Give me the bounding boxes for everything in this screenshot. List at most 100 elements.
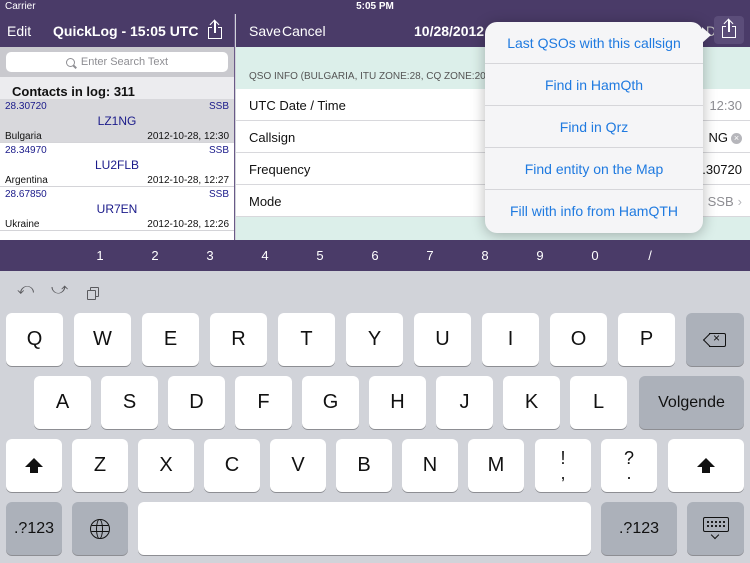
log-nav-bar: Edit QuickLog - 15:05 UTC bbox=[0, 14, 234, 47]
cancel-button[interactable]: Cancel bbox=[282, 23, 326, 39]
log-list-pane: Edit QuickLog - 15:05 UTC Enter Search T… bbox=[0, 14, 235, 240]
mode-value: SSB › bbox=[708, 194, 742, 209]
shift-key-left[interactable] bbox=[6, 439, 62, 492]
contact-callsign: LZ1NG bbox=[97, 114, 137, 128]
clear-icon[interactable]: × bbox=[731, 133, 742, 145]
num-key-5[interactable]: 5 bbox=[305, 248, 335, 263]
space-key[interactable] bbox=[138, 502, 591, 555]
contact-country: Ukraine bbox=[5, 219, 40, 230]
key-w[interactable]: W bbox=[74, 313, 131, 366]
key-j[interactable]: J bbox=[436, 376, 493, 429]
contact-frequency: 28.67850 bbox=[5, 189, 47, 200]
chevron-right-icon: › bbox=[737, 194, 742, 209]
key-c[interactable]: C bbox=[204, 439, 260, 492]
num-key-2[interactable]: 2 bbox=[140, 248, 170, 263]
key-o[interactable]: O bbox=[550, 313, 607, 366]
menu-item-find-on-map[interactable]: Find entity on the Map bbox=[485, 148, 703, 190]
menu-item-last-qsos[interactable]: Last QSOs with this callsign bbox=[485, 22, 703, 64]
key-x[interactable]: X bbox=[138, 439, 194, 492]
key-q[interactable]: Q bbox=[6, 313, 63, 366]
save-button[interactable]: Save bbox=[249, 23, 281, 39]
redo-icon[interactable]: ⤻ bbox=[51, 281, 68, 299]
key-a[interactable]: A bbox=[34, 376, 91, 429]
key-exclamation-comma[interactable]: ! , bbox=[535, 439, 591, 492]
key-bottom-char: . bbox=[626, 462, 632, 483]
key-bottom-char: , bbox=[560, 462, 566, 483]
key-e[interactable]: E bbox=[142, 313, 199, 366]
share-icon[interactable] bbox=[207, 19, 223, 40]
num-key-9[interactable]: 9 bbox=[525, 248, 555, 263]
form-value: 12:30 bbox=[709, 98, 742, 113]
num-key-1[interactable]: 1 bbox=[85, 248, 115, 263]
key-g[interactable]: G bbox=[302, 376, 359, 429]
edit-button[interactable]: Edit bbox=[7, 23, 31, 39]
contact-country: Bulgaria bbox=[5, 131, 42, 142]
backspace-key[interactable]: × bbox=[686, 313, 744, 366]
search-input[interactable]: Enter Search Text bbox=[6, 52, 228, 72]
shift-key-right[interactable] bbox=[668, 439, 744, 492]
key-i[interactable]: I bbox=[482, 313, 539, 366]
form-value: SSB bbox=[707, 194, 734, 209]
form-label: Mode bbox=[249, 194, 282, 209]
num-key-slash[interactable]: / bbox=[635, 248, 665, 263]
numbers-key-right[interactable]: .?123 bbox=[601, 502, 677, 555]
key-l[interactable]: L bbox=[570, 376, 627, 429]
backspace-icon: × bbox=[702, 331, 726, 347]
undo-icon[interactable]: ⤺ bbox=[17, 281, 34, 299]
key-p[interactable]: P bbox=[618, 313, 675, 366]
contact-frequency: 28.30720 bbox=[5, 101, 47, 112]
key-y[interactable]: Y bbox=[346, 313, 403, 366]
contact-datetime: 2012-10-28, 12:30 bbox=[147, 131, 229, 142]
dismiss-keyboard-key[interactable] bbox=[687, 502, 744, 555]
contact-row[interactable]: 28.30720 SSB LZ1NG Bulgaria 2012-10-28, … bbox=[0, 99, 234, 143]
key-question-period[interactable]: ? . bbox=[601, 439, 657, 492]
contact-datetime: 2012-10-28, 12:26 bbox=[147, 219, 229, 230]
globe-key[interactable] bbox=[72, 502, 128, 555]
return-key[interactable]: Volgende bbox=[639, 376, 744, 429]
key-r[interactable]: R bbox=[210, 313, 267, 366]
key-s[interactable]: S bbox=[101, 376, 158, 429]
form-value: NG bbox=[708, 130, 729, 145]
menu-item-fill-hamqth[interactable]: Fill with info from HamQTH bbox=[485, 190, 703, 232]
num-key-3[interactable]: 3 bbox=[195, 248, 225, 263]
contact-row[interactable]: 28.67850 SSB UR7EN Ukraine 2012-10-28, 1… bbox=[0, 187, 234, 231]
key-v[interactable]: V bbox=[270, 439, 326, 492]
contact-country: Argentina bbox=[5, 175, 48, 186]
contact-list: 28.30720 SSB LZ1NG Bulgaria 2012-10-28, … bbox=[0, 99, 234, 240]
key-u[interactable]: U bbox=[414, 313, 471, 366]
form-value: .30720 bbox=[702, 162, 742, 177]
key-z[interactable]: Z bbox=[72, 439, 128, 492]
key-b[interactable]: B bbox=[336, 439, 392, 492]
contact-row[interactable]: 28.34970 SSB LU2FLB Argentina 2012-10-28… bbox=[0, 143, 234, 187]
contact-callsign: UR7EN bbox=[96, 202, 138, 216]
key-t[interactable]: T bbox=[278, 313, 335, 366]
numbers-key-left[interactable]: .?123 bbox=[6, 502, 62, 555]
callsign-field[interactable]: NG × bbox=[708, 130, 742, 145]
contact-mode: SSB bbox=[208, 101, 229, 112]
num-key-7[interactable]: 7 bbox=[415, 248, 445, 263]
key-m[interactable]: M bbox=[468, 439, 524, 492]
paste-icon[interactable] bbox=[87, 287, 99, 300]
num-key-4[interactable]: 4 bbox=[250, 248, 280, 263]
key-k[interactable]: K bbox=[503, 376, 560, 429]
key-n[interactable]: N bbox=[402, 439, 458, 492]
contact-mode: SSB bbox=[208, 189, 229, 200]
key-f[interactable]: F bbox=[235, 376, 292, 429]
num-key-6[interactable]: 6 bbox=[360, 248, 390, 263]
search-placeholder: Enter Search Text bbox=[80, 56, 169, 68]
key-h[interactable]: H bbox=[369, 376, 426, 429]
status-bar: Carrier 5:05 PM bbox=[0, 0, 750, 14]
form-label: Frequency bbox=[249, 162, 311, 177]
num-key-8[interactable]: 8 bbox=[470, 248, 500, 263]
menu-item-find-hamqth[interactable]: Find in HamQth bbox=[485, 64, 703, 106]
detail-title: 10/28/2012, bbox=[414, 23, 488, 39]
keyboard: ⤺ ⤻ Q W E R T Y U I O P × A S D F G H J … bbox=[0, 271, 750, 563]
contact-callsign: LU2FLB bbox=[94, 158, 140, 172]
num-key-0[interactable]: 0 bbox=[580, 248, 610, 263]
menu-item-find-qrz[interactable]: Find in Qrz bbox=[485, 106, 703, 148]
form-label: Callsign bbox=[249, 130, 296, 145]
share-button[interactable] bbox=[714, 16, 744, 44]
key-d[interactable]: D bbox=[168, 376, 225, 429]
qso-info-section-header: QSO INFO (BULGARIA, ITU ZONE:28, CQ ZONE… bbox=[249, 71, 499, 82]
contact-datetime: 2012-10-28, 12:27 bbox=[147, 175, 229, 186]
